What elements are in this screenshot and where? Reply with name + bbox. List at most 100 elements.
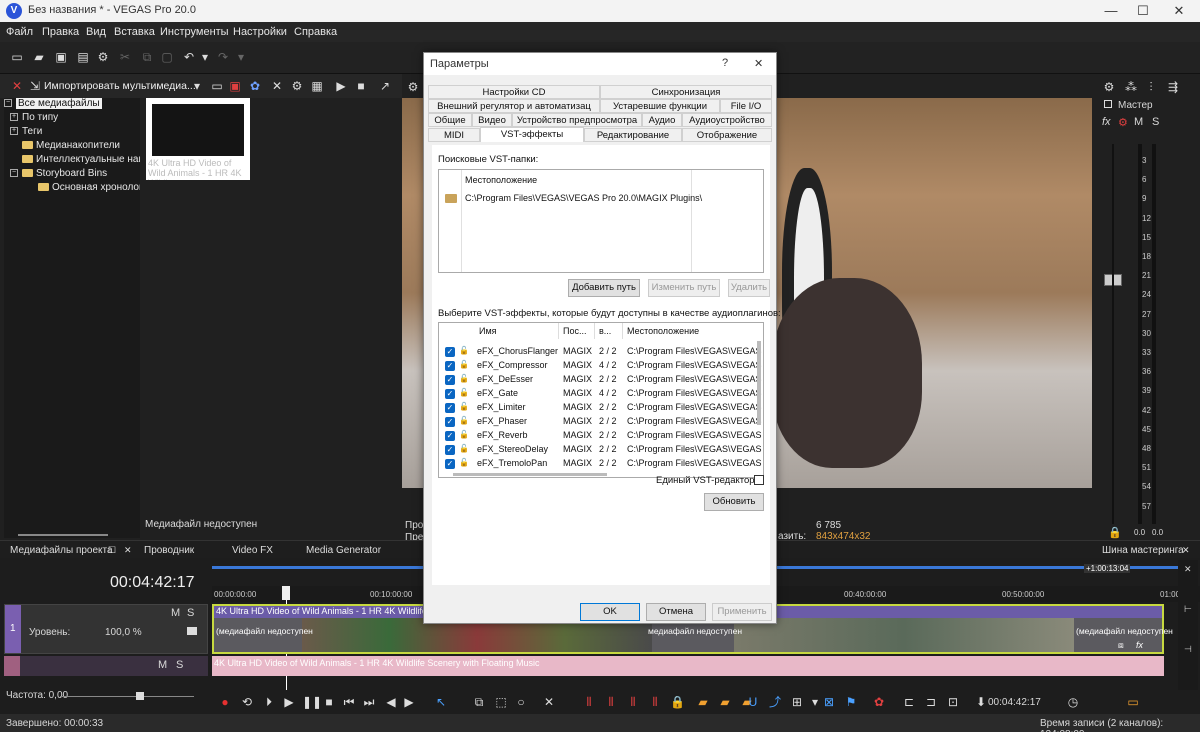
track-solo-button[interactable]: S <box>176 659 183 671</box>
vst-plugin-row[interactable]: ✓ 🔓 eFX_Reverb MAGIX 2 / 2 C:\Program Files\V… <box>439 429 762 443</box>
tab-audio[interactable]: Аудио <box>642 113 682 127</box>
stop-icon[interactable]: ■ <box>322 695 336 709</box>
ripple-icon[interactable]: ⫴ <box>648 695 662 709</box>
tab-sync[interactable]: Синхронизация <box>600 85 772 99</box>
plugin-checkbox[interactable]: ✓ <box>445 361 455 371</box>
downmix-icon[interactable]: ⁂ <box>1124 80 1138 94</box>
master-settings-icon[interactable]: ⚙ <box>1102 80 1116 94</box>
crossfade-icon[interactable]: ⊠ <box>822 695 836 709</box>
menu-file[interactable]: Файл <box>6 26 33 38</box>
apply-button[interactable]: Применить <box>712 603 772 621</box>
playhead-marker[interactable] <box>282 586 290 600</box>
tab-video-fx[interactable]: Video FX <box>232 545 273 556</box>
delete-path-button[interactable]: Удалить <box>728 279 770 297</box>
minimize-icon[interactable]: — <box>1096 2 1126 20</box>
audio-event-clip[interactable]: 4K Ultra HD Video of Wild Animals - 1 HR… <box>212 656 1164 676</box>
save-icon[interactable]: ▣ <box>54 50 68 64</box>
ungroup-icon[interactable]: ⊐ <box>924 695 938 709</box>
loop-icon[interactable]: ⟲ <box>240 695 254 709</box>
vst-plugin-row[interactable]: ✓ 🔓 eFX_StereoDelay MAGIX 2 / 2 C:\Program Fi… <box>439 443 762 457</box>
ripple-dropdown-icon[interactable]: ▾ <box>808 695 822 709</box>
master-mute-button[interactable]: M <box>1134 116 1143 128</box>
tree-item-media-bins[interactable]: Медианакопители <box>4 140 140 154</box>
vst-plugin-row[interactable]: ✓ 🔓 eFX_DeEsser MAGIX 2 / 2 C:\Program Files\… <box>439 373 762 387</box>
tab-external-control[interactable]: Внешний регулятор и автоматизац <box>428 99 600 113</box>
change-path-button[interactable]: Изменить путь <box>648 279 720 297</box>
trim-start-icon[interactable]: ⫴ <box>582 695 596 709</box>
import-icon[interactable]: ⇲ <box>28 79 42 93</box>
vst-plugin-row[interactable]: ✓ 🔓 eFX_Compressor MAGIX 4 / 2 C:\Program Fil… <box>439 359 762 373</box>
tab-close-icon[interactable]: ✕ <box>124 545 132 556</box>
capture-icon[interactable]: ▭ <box>210 79 224 93</box>
plugin-checkbox[interactable]: ✓ <box>445 347 455 357</box>
single-vst-editor-checkbox[interactable] <box>754 475 764 485</box>
tab-midi[interactable]: MIDI <box>428 128 480 142</box>
tab-vst-effects[interactable]: VST-эффекты <box>480 127 584 142</box>
tree-scrollbar[interactable] <box>18 534 108 536</box>
event-fx-icon[interactable]: fx <box>1136 640 1143 650</box>
menu-edit[interactable]: Правка <box>42 26 79 38</box>
marker-icon[interactable]: ▰ <box>696 695 710 709</box>
close-window-icon[interactable]: ✕ <box>1164 2 1194 20</box>
auto-ripple-icon[interactable]: ⤴ <box>768 695 782 709</box>
maximize-icon[interactable]: ☐ <box>1128 2 1158 20</box>
import-media-button[interactable]: Импортировать мультимедиа... <box>44 80 196 92</box>
play-preview-icon[interactable]: ▶ <box>334 79 348 93</box>
tab-explorer[interactable]: Проводник <box>144 545 194 556</box>
zoom-out-icon[interactable]: ⊣ <box>1184 644 1192 655</box>
copy-icon[interactable]: ⧉ <box>140 50 154 64</box>
master-menu-icon[interactable]: ⇶ <box>1166 80 1180 94</box>
rate-slider-handle[interactable] <box>136 692 144 700</box>
column-header-name[interactable]: Имя <box>475 323 559 339</box>
master-solo-button[interactable]: S <box>1152 116 1159 128</box>
tree-item-by-type[interactable]: + По типу <box>4 112 140 126</box>
envelope-tool-icon[interactable]: ⧉ <box>472 695 486 709</box>
play-icon[interactable]: ▶ <box>282 695 296 709</box>
crop-icon[interactable]: ⧈ <box>1118 640 1124 651</box>
stop-preview-icon[interactable]: ■ <box>354 79 368 93</box>
vst-folder-path[interactable]: C:\Program Files\VEGAS\VEGAS Pro 20.0\MA… <box>465 193 702 203</box>
tree-item-smart-bins[interactable]: Интеллектуальные наколп <box>4 154 140 168</box>
plugin-checkbox[interactable]: ✓ <box>445 459 455 469</box>
tree-collapse-icon[interactable]: − <box>10 169 18 178</box>
column-header-vendor[interactable]: Пос... <box>559 323 595 339</box>
region-icon[interactable]: ▰ <box>718 695 732 709</box>
tab-project-media[interactable]: Медиафайлы проекта <box>10 545 113 556</box>
pause-icon[interactable]: ❚❚ <box>302 695 322 709</box>
tree-collapse-icon[interactable]: − <box>4 99 12 108</box>
menu-tools[interactable]: Инструменты <box>160 26 229 38</box>
lock-event-icon[interactable]: 🔒 <box>670 695 685 709</box>
track-mute-button[interactable]: M <box>171 607 180 619</box>
tab-display[interactable]: Отображение <box>682 128 772 142</box>
video-track-header[interactable]: 1 M S Уровень: 100,0 % <box>4 604 208 654</box>
dialog-help-icon[interactable]: ? <box>722 57 728 69</box>
vst-plugin-row[interactable]: ✓ 🔓 eFX_Phaser MAGIX 2 / 2 C:\Program Files\V… <box>439 415 762 429</box>
plugin-checkbox[interactable]: ✓ <box>445 445 455 455</box>
tree-item-all-media[interactable]: − Все медиафайлы <box>4 98 140 112</box>
record-icon[interactable]: ● <box>218 695 232 709</box>
menu-settings[interactable]: Настройки <box>233 26 287 38</box>
import-dropdown-icon[interactable]: ▾ <box>190 79 204 93</box>
tab-video[interactable]: Видео <box>472 113 512 127</box>
lock-icon[interactable]: 🔒 <box>1108 526 1122 539</box>
tree-expand-icon[interactable]: + <box>10 113 18 122</box>
media-view-icon[interactable]: ▦ <box>310 79 324 93</box>
media-settings-icon[interactable]: ⚙ <box>290 79 304 93</box>
vst-plugin-row[interactable]: ✓ 🔓 eFX_Gate MAGIX 4 / 2 C:\Program Files\VEG… <box>439 387 762 401</box>
refresh-button[interactable]: Обновить <box>704 493 764 511</box>
mixer-icon[interactable]: ⫶ <box>1144 80 1158 94</box>
plugin-checkbox[interactable]: ✓ <box>445 431 455 441</box>
ripple-mode-icon[interactable]: ⊞ <box>790 695 804 709</box>
master-fx-gear-icon[interactable]: ⚙ <box>1118 116 1128 129</box>
remove-media-icon[interactable]: ✕ <box>270 79 284 93</box>
cancel-button[interactable]: Отмена <box>646 603 706 621</box>
go-to-start-icon[interactable]: ⏮ <box>342 695 356 709</box>
plugin-checkbox[interactable]: ✓ <box>445 417 455 427</box>
vst-plugin-row[interactable]: ✓ 🔓 eFX_TremoloPan MAGIX 2 / 2 C:\Program Fil… <box>439 457 762 471</box>
select-group-icon[interactable]: ⊡ <box>946 695 960 709</box>
tab-audio-device[interactable]: Аудиоустройство <box>682 113 772 127</box>
track-solo-button[interactable]: S <box>187 607 194 619</box>
add-path-button[interactable]: Добавить путь <box>568 279 640 297</box>
undo-icon[interactable]: ↶ <box>182 50 196 64</box>
tree-item-tags[interactable]: + Теги <box>4 126 140 140</box>
